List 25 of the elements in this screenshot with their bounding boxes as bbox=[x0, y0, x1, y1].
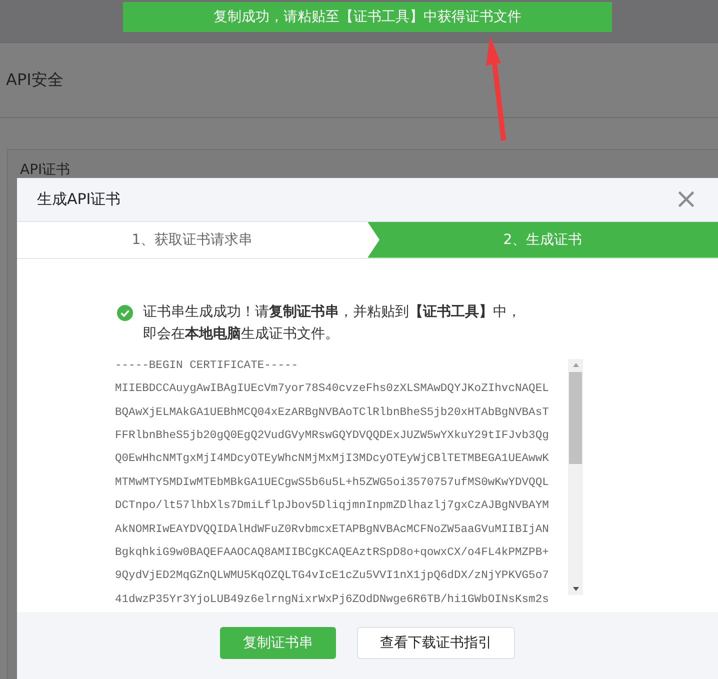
check-circle-icon bbox=[117, 304, 133, 321]
certificate-line: FFRlbnBheS5jb20gQ0EgQ2VudGVyMRswGQYDVQQDExJUZW5wYXkuY29tIFJvb3Qg bbox=[115, 428, 550, 444]
certificate-line: AkNOMRIwEAYDVQQIDAlHdWFuZ0RvbmcxETAPBgNVBAcMCFNoZW5aaGVuMIIBIjAN bbox=[115, 522, 550, 538]
success-message: 即会在本地电脑生成证书文件。 bbox=[143, 324, 340, 343]
dialog-button[interactable]: 复制证书串 bbox=[220, 626, 336, 659]
dialog-title: 生成API证书 bbox=[37, 190, 121, 209]
certificate-line: Q0EwHhcNMTgxMjI4MDcyOTEyWhcNMjMxMjI3MDcyOTEyWjCBlTETMBEGA1UEAwwK bbox=[115, 452, 550, 468]
certificate-line: 9QydVjED2MqGZnQLWMU5KqOZQLTG4vIcE1cZu5VVI1nX1jpQ6dDX/zNjYPKVG5o7 bbox=[115, 568, 550, 584]
step-tab[interactable]: 2、生成证书 bbox=[368, 222, 718, 258]
certificate-line: 41dwzP35Yr3YjoLUB49z6elrngNixrWxPj6ZOdDNwge6R6TB/hi1GWbOINsKsm2s bbox=[115, 592, 550, 608]
scroll-up-icon[interactable] bbox=[572, 362, 580, 368]
dialog-button[interactable]: 查看下载证书指引 bbox=[357, 626, 515, 659]
certificate-line: MTMwMTY5MDIwMTEbMBkGA1UECgwS5b6u5L+h5ZWG5oi3570757ufMS0wKwYDVQQL bbox=[115, 476, 550, 491]
certificate-line: DCTnpo/lt57lhbXls7DmiLflpJbov5DliqjmnInpmZDlhazlj7gxCzAJBgNVBAYM bbox=[115, 498, 550, 514]
certificate-line: MIIEBDCCAuygAwIBAgIUEcVm7yor78S40cvzeFhs0zXLSMAwDQYJKoZIhvcNAQEL bbox=[115, 382, 550, 398]
success-message: 证书串生成成功！请复制证书串，并粘贴到【证书工具】中， bbox=[143, 302, 521, 321]
certificate-line: BQAwXjELMAkGA1UEBhMCQ04xEzARBgNVBAoTClRlbnBheS5jb20xHTAbBgNVBAsT bbox=[115, 406, 550, 421]
certificate-line: BgkqhkiG9w0BAQEFAAOCAQ8AMIIBCgKCAQEAztRSpD8o+qowxCX/o4FL4kPMZPB+ bbox=[115, 546, 550, 562]
scrollbar[interactable] bbox=[568, 358, 583, 595]
toast-message: 复制成功，请粘贴至【证书工具】中获得证书文件 bbox=[123, 2, 612, 32]
page-title: API安全 bbox=[6, 70, 64, 90]
panel-title: API证书 bbox=[20, 162, 70, 178]
close-button[interactable]: × bbox=[672, 185, 700, 214]
scroll-down-icon[interactable] bbox=[572, 586, 580, 592]
certificate-line: -----BEGIN CERTIFICATE----- bbox=[115, 358, 300, 374]
